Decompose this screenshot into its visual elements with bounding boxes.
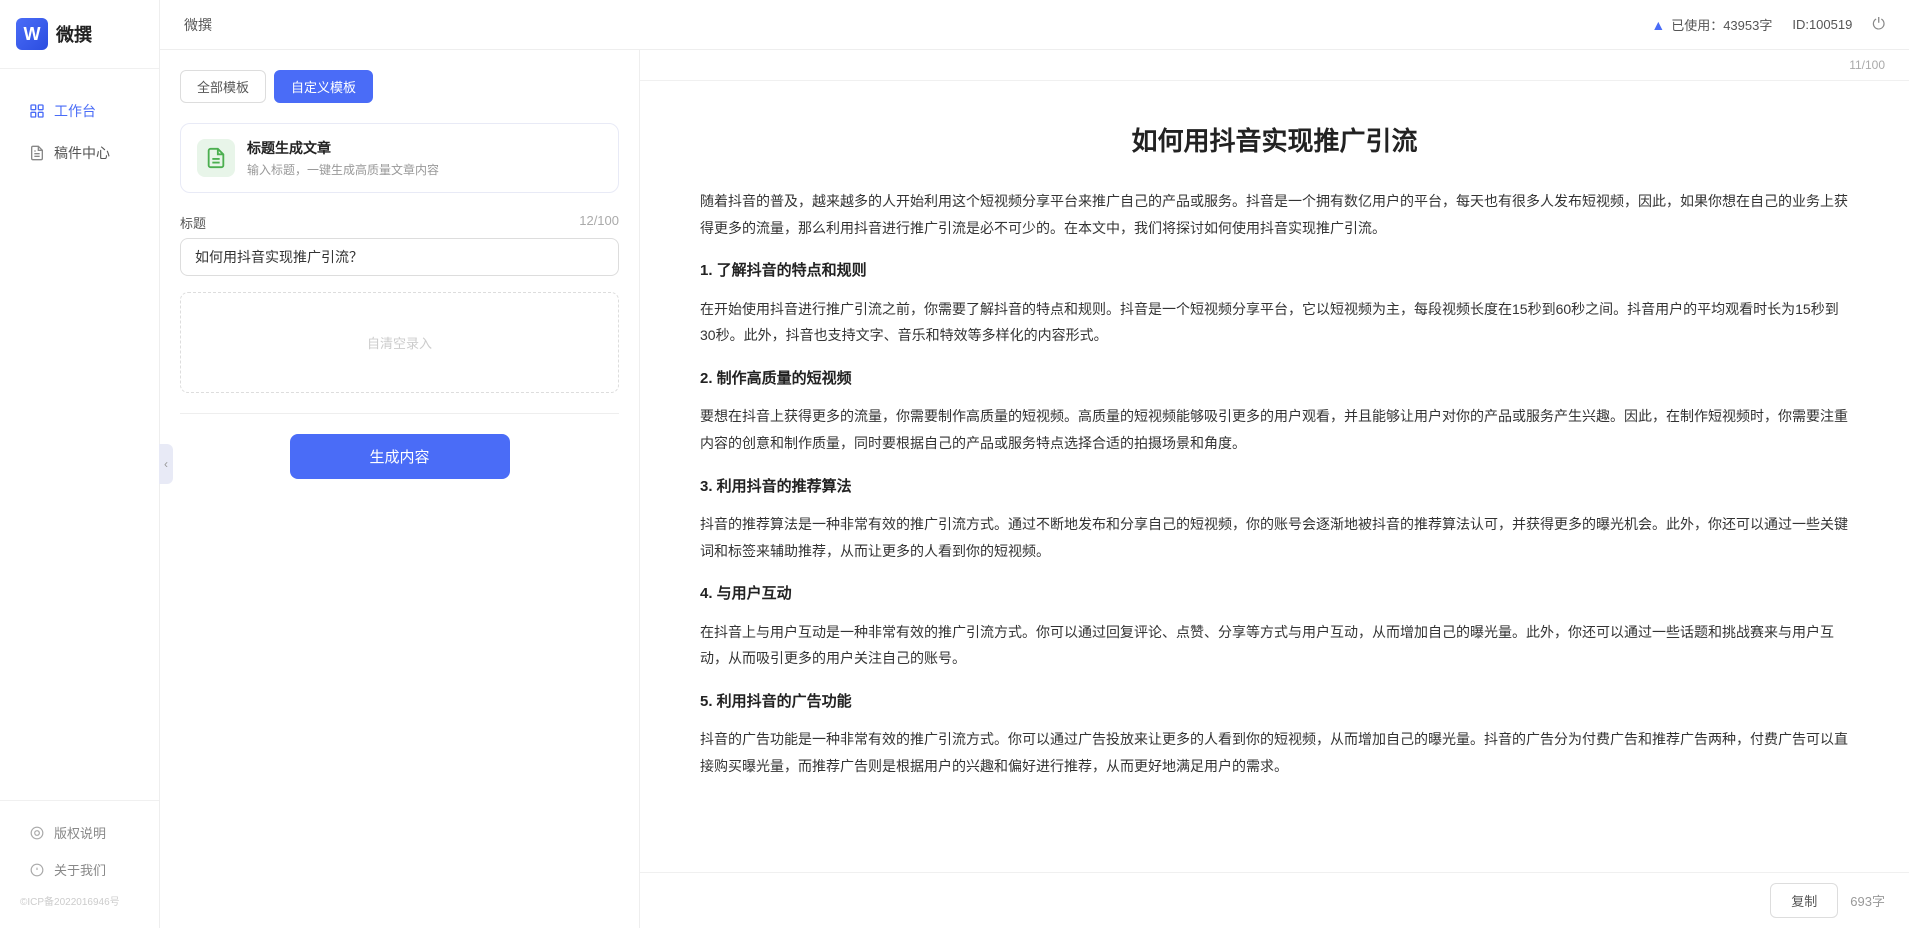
doc-para-2: 在开始使用抖音进行推广引流之前，你需要了解抖音的特点和规则。抖音是一个短视频分享… xyxy=(700,296,1849,349)
doc-toolbar: 11/100 xyxy=(640,50,1909,81)
tab-all[interactable]: 全部模板 xyxy=(180,70,266,103)
page-count: 11/100 xyxy=(1849,58,1885,72)
tab-custom[interactable]: 自定义模板 xyxy=(274,70,373,103)
left-panel: 全部模板 自定义模板 标题生成文章 输入标题，一键生成高质量文章内容 标题 12… xyxy=(160,50,640,928)
placeholder-text: 自清空录入 xyxy=(367,336,432,351)
topbar: 微撰 ▲ 已使用：43953字 ID:100519 ⏻ xyxy=(160,0,1909,50)
doc-heading-9: 5. 利用抖音的广告功能 xyxy=(700,688,1849,717)
extra-field-placeholder[interactable]: 自清空录入 xyxy=(180,292,619,393)
doc-title: 如何用抖音实现推广引流 xyxy=(700,121,1849,158)
drafts-label: 稿件中心 xyxy=(54,143,110,163)
title-field-label: 标题 12/100 xyxy=(180,213,619,232)
doc-heading-1: 1. 了解抖音的特点和规则 xyxy=(700,257,1849,286)
power-button[interactable]: ⏻ xyxy=(1872,16,1885,34)
sidebar-item-about[interactable]: 关于我们 xyxy=(8,852,151,887)
icp-text: ©ICP备2022016946号 xyxy=(0,889,159,916)
doc-para-8: 在抖音上与用户互动是一种非常有效的推广引流方式。你可以通过回复评论、点赞、分享等… xyxy=(700,619,1849,672)
copyright-icon xyxy=(28,824,46,842)
copyright-label: 版权说明 xyxy=(54,823,106,842)
logo-area: W 微撰 xyxy=(0,0,159,69)
doc-para-4: 要想在抖音上获得更多的流量，你需要制作高质量的短视频。高质量的短视频能够吸引更多… xyxy=(700,403,1849,456)
card-info: 标题生成文章 输入标题，一键生成高质量文章内容 xyxy=(247,138,439,178)
doc-para-10: 抖音的广告功能是一种非常有效的推广引流方式。你可以通过广告投放来让更多的人看到你… xyxy=(700,726,1849,779)
card-desc: 输入标题，一键生成高质量文章内容 xyxy=(247,161,439,178)
main: 微撰 ▲ 已使用：43953字 ID:100519 ⏻ 全部模板 自定义模板 标… xyxy=(160,0,1909,928)
template-card[interactable]: 标题生成文章 输入标题，一键生成高质量文章内容 xyxy=(180,123,619,193)
copy-button[interactable]: 复制 xyxy=(1770,883,1838,918)
about-icon xyxy=(28,861,46,879)
template-tabs: 全部模板 自定义模板 xyxy=(180,70,619,103)
about-label: 关于我们 xyxy=(54,860,106,879)
topbar-usage: ▲ 已使用：43953字 xyxy=(1651,15,1772,34)
doc-content: 如何用抖音实现推广引流 随着抖音的普及，越来越多的人开始利用这个短视频分享平台来… xyxy=(640,81,1909,872)
usage-label: 已使用：43953字 xyxy=(1671,15,1772,34)
card-title: 标题生成文章 xyxy=(247,138,439,158)
topbar-right: ▲ 已使用：43953字 ID:100519 ⏻ xyxy=(1651,15,1885,34)
doc-heading-5: 3. 利用抖音的推荐算法 xyxy=(700,473,1849,502)
doc-para-0: 随着抖音的普及，越来越多的人开始利用这个短视频分享平台来推广自己的产品或服务。抖… xyxy=(700,188,1849,241)
topbar-id: ID:100519 xyxy=(1792,17,1852,32)
topbar-title: 微撰 xyxy=(184,15,212,35)
sidebar-item-copyright[interactable]: 版权说明 xyxy=(8,815,151,850)
title-input[interactable] xyxy=(180,238,619,276)
workbench-label: 工作台 xyxy=(54,101,96,121)
sidebar-bottom: 版权说明 关于我们 ©ICP备2022016946号 xyxy=(0,800,159,928)
doc-footer: 复制 693字 xyxy=(640,872,1909,928)
sidebar: W 微撰 工作台 稿件中心 版权说明 关于我们 xyxy=(0,0,160,928)
title-char-count: 12/100 xyxy=(579,213,619,232)
generate-button[interactable]: 生成内容 xyxy=(290,434,510,479)
usage-icon: ▲ xyxy=(1651,17,1665,33)
app-name: 微撰 xyxy=(56,21,92,47)
doc-heading-7: 4. 与用户互动 xyxy=(700,580,1849,609)
logo-icon: W xyxy=(16,18,48,50)
doc-heading-3: 2. 制作高质量的短视频 xyxy=(700,365,1849,394)
sidebar-item-workbench[interactable]: 工作台 xyxy=(8,91,151,131)
sidebar-item-drafts[interactable]: 稿件中心 xyxy=(8,133,151,173)
right-panel: 11/100 如何用抖音实现推广引流 随着抖音的普及，越来越多的人开始利用这个短… xyxy=(640,50,1909,928)
collapse-handle[interactable]: ‹ xyxy=(159,444,173,484)
doc-body: 随着抖音的普及，越来越多的人开始利用这个短视频分享平台来推广自己的产品或服务。抖… xyxy=(700,188,1849,780)
workbench-icon xyxy=(28,102,46,120)
divider xyxy=(180,413,619,414)
content: 全部模板 自定义模板 标题生成文章 输入标题，一键生成高质量文章内容 标题 12… xyxy=(160,50,1909,928)
doc-para-6: 抖音的推荐算法是一种非常有效的推广引流方式。通过不断地发布和分享自己的短视频，你… xyxy=(700,511,1849,564)
drafts-icon xyxy=(28,144,46,162)
title-label-text: 标题 xyxy=(180,213,206,232)
logo-letter: W xyxy=(24,24,41,45)
word-count: 693字 xyxy=(1850,891,1885,910)
card-icon xyxy=(197,139,235,177)
nav-items: 工作台 稿件中心 xyxy=(0,69,159,800)
